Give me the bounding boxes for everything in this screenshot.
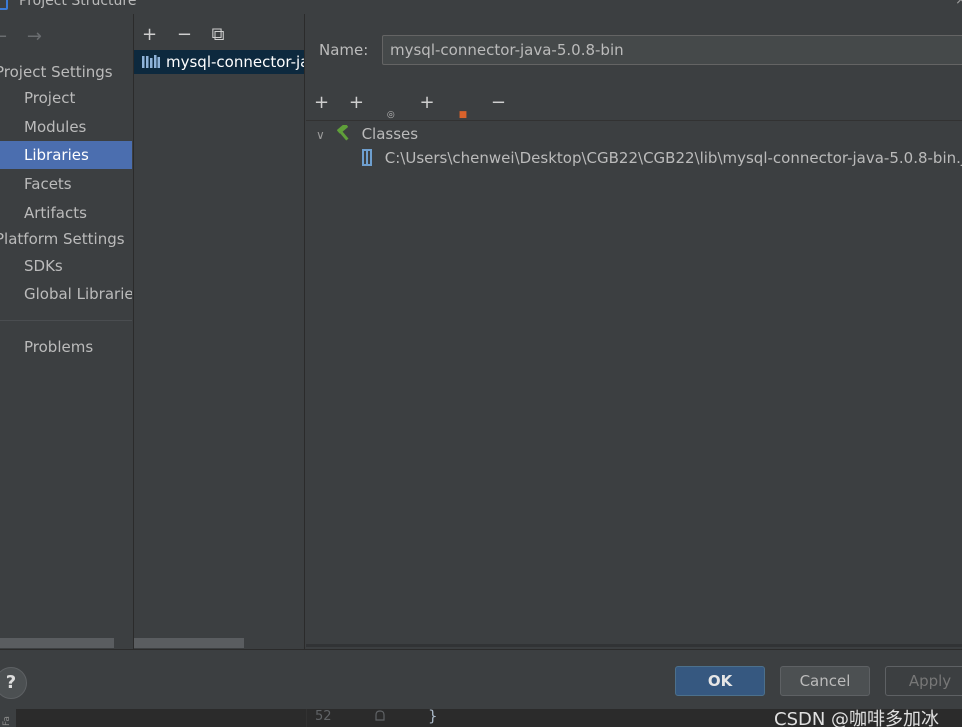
nav-item-sdks[interactable]: SDKs	[0, 252, 132, 280]
back-arrow-icon[interactable]: ←	[0, 26, 7, 47]
title-bar: Project Structure ×	[0, 0, 962, 14]
library-name-input[interactable]	[382, 35, 962, 65]
hammer-icon	[335, 122, 357, 146]
breakpoint-icon	[375, 710, 385, 721]
help-button[interactable]: ?	[0, 667, 27, 699]
editor-strip: Fa 52 } CSDN @咖啡多加冰	[0, 709, 962, 727]
nav-item-libraries[interactable]: Libraries	[0, 141, 132, 169]
nav-horizontal-scrollbar[interactable]	[0, 638, 114, 648]
add-library-icon[interactable]: +	[142, 24, 157, 45]
line-number: 52	[315, 709, 332, 724]
cancel-button[interactable]: Cancel	[780, 666, 870, 696]
project-settings-header: Project Settings	[0, 63, 113, 81]
nav-item-project[interactable]: Project	[0, 84, 132, 112]
remove-library-icon[interactable]: −	[177, 24, 192, 45]
apply-button[interactable]: Apply	[885, 666, 962, 696]
dialog-button-bar: ? OK Cancel Apply	[0, 649, 962, 709]
name-label: Name:	[319, 41, 369, 59]
library-icon	[142, 55, 160, 68]
tree-entry-path: C:\Users\chenwei\Desktop\CGB22\CGB22\lib…	[384, 149, 962, 167]
window-title: Project Structure	[19, 0, 137, 9]
side-tool-tab[interactable]: Fa	[2, 716, 12, 726]
copy-library-icon[interactable]: ⧉	[212, 24, 225, 45]
nav-item-global-libraries[interactable]: Global Libraries	[0, 280, 132, 308]
library-detail-panel: Name: + +◎ +■ − ∨ Classes	[306, 14, 962, 649]
chevron-down-icon[interactable]: ∨	[316, 123, 330, 147]
library-list-item[interactable]: mysql-connector-java-5.0.8-bin	[134, 50, 304, 74]
jar-file-icon	[360, 146, 380, 170]
settings-nav: ← → Project Settings Project Modules Lib…	[0, 14, 132, 649]
add-alt-root-icon[interactable]: +◎	[349, 92, 400, 120]
app-icon	[0, 0, 8, 10]
nav-arrows: ← →	[0, 26, 42, 47]
classes-toolbar: + +◎ +■ −	[314, 92, 520, 120]
code-brace: }	[428, 709, 438, 725]
tree-group-label: Classes	[361, 125, 419, 143]
close-icon[interactable]: ×	[955, 0, 962, 8]
ok-button[interactable]: OK	[675, 666, 765, 696]
tree-group-classes[interactable]: ∨ Classes	[316, 122, 418, 146]
library-list-scrollbar[interactable]	[134, 638, 244, 648]
library-name: mysql-connector-java-5.0.8-bin	[166, 53, 304, 71]
csdn-watermark: CSDN @咖啡多加冰	[774, 709, 940, 727]
add-jar-root-icon[interactable]: +■	[420, 92, 472, 120]
add-root-icon[interactable]: +	[314, 92, 329, 113]
classes-tree: ∨ Classes C:\Users\chenwei\Desktop\CGB22…	[306, 120, 962, 649]
nav-item-problems[interactable]: Problems	[0, 333, 132, 361]
library-list-toolbar: + − ⧉	[142, 24, 239, 45]
remove-root-icon[interactable]: −	[491, 92, 506, 113]
detail-bottom-border	[306, 644, 962, 647]
side-tool-strip: Fa	[0, 709, 16, 727]
nav-item-artifacts[interactable]: Artifacts	[0, 199, 132, 227]
library-list-panel: + − ⧉ mysql-connector-java-5.0.8-bin	[133, 14, 305, 649]
nav-item-modules[interactable]: Modules	[0, 113, 132, 141]
editor-divider	[306, 709, 307, 727]
platform-settings-header: Platform Settings	[0, 230, 125, 248]
tree-entry[interactable]: C:\Users\chenwei\Desktop\CGB22\CGB22\lib…	[360, 146, 962, 170]
forward-arrow-icon[interactable]: →	[27, 26, 42, 47]
nav-divider	[0, 320, 132, 321]
nav-item-facets[interactable]: Facets	[0, 170, 132, 198]
